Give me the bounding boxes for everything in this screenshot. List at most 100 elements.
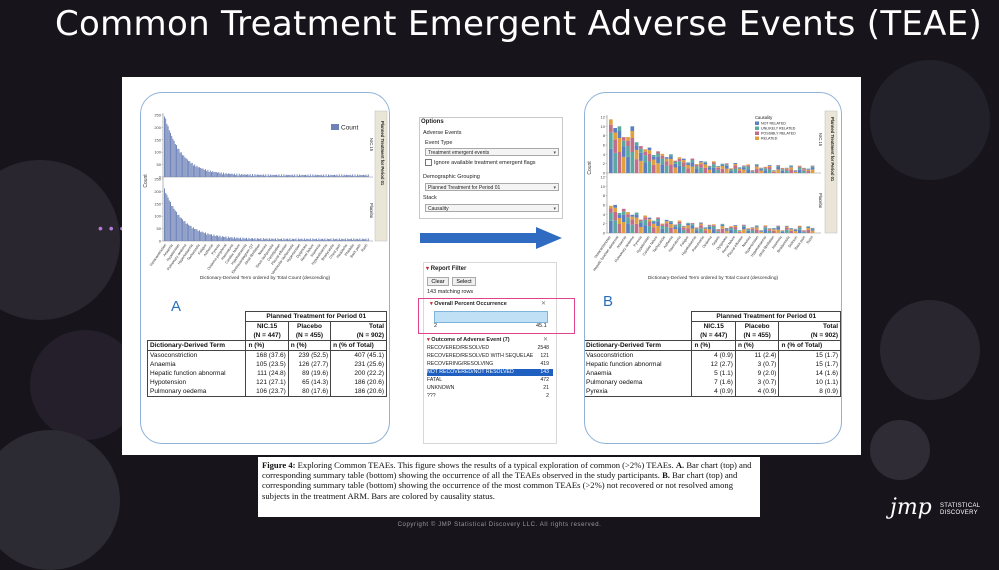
bar	[229, 238, 230, 241]
bar	[298, 238, 299, 241]
collapse-icon[interactable]: ▾	[427, 337, 430, 343]
bar-segment	[776, 165, 780, 166]
bar-segment	[686, 163, 690, 165]
bar-segment	[648, 219, 652, 221]
outcome-item[interactable]: RECOVERED/RESOLVED WITH SEQUELAE121	[427, 353, 553, 360]
y-tick-label: 10	[601, 124, 606, 129]
bar	[189, 226, 190, 241]
bar	[165, 119, 166, 177]
bar-segment	[691, 226, 695, 229]
bar-segment	[798, 226, 802, 227]
bar-segment	[682, 230, 686, 233]
bar	[232, 237, 233, 241]
bar	[211, 172, 212, 177]
outcome-item[interactable]: NOT RECOVERED/NOT RESOLVED143	[427, 369, 553, 376]
collapse-icon[interactable]: ▾	[430, 301, 433, 307]
bar	[277, 176, 278, 177]
bar-segment	[630, 217, 634, 220]
demographic-dropdown[interactable]: Planned Treatment for Period 01▾	[425, 183, 559, 191]
bar-segment	[721, 224, 725, 225]
background-bokeh	[870, 420, 930, 480]
bar-segment	[794, 230, 798, 231]
ignore-flags-checkbox-row[interactable]: Ignore available treatment emergent flag…	[425, 159, 536, 166]
bar	[209, 234, 210, 241]
bar-segment	[764, 230, 768, 233]
bar	[215, 236, 216, 241]
outcome-item[interactable]: RECOVERING/RESOLVING419	[427, 361, 553, 368]
outcome-item[interactable]: FATAL472	[427, 377, 553, 384]
bar-segment	[669, 224, 673, 228]
bar	[178, 149, 179, 177]
bar-segment	[733, 163, 737, 164]
table-row: Vasoconstriction 4 (0.9) 11 (2.4) 15 (1.…	[584, 351, 841, 361]
bar-segment	[661, 225, 665, 226]
percent-range-slider[interactable]	[434, 311, 548, 323]
group-label-nic15: NIC.15	[369, 138, 374, 152]
outcome-item[interactable]: ???2	[427, 393, 553, 400]
bar-segment	[712, 227, 716, 230]
bar-segment	[678, 224, 682, 228]
bar-segment	[764, 167, 768, 168]
bar	[258, 239, 259, 241]
stack-dropdown[interactable]: Causality▾	[425, 204, 559, 212]
checkbox[interactable]	[425, 159, 432, 166]
bar-segment	[699, 224, 703, 226]
bar	[216, 172, 217, 177]
bar	[342, 176, 343, 177]
col-n: (N = 902)	[779, 331, 841, 341]
bar-segment	[639, 227, 643, 233]
outcome-item[interactable]: RECOVERED/RESOLVED2548	[427, 345, 553, 352]
clear-button[interactable]: Clear	[427, 277, 449, 286]
bar	[310, 174, 311, 177]
bar	[241, 174, 242, 177]
outcome-label: FATAL	[427, 377, 442, 383]
bar-segment	[678, 221, 682, 222]
bar-segment	[729, 169, 733, 170]
bar-segment	[609, 133, 613, 149]
chevron-down-icon: ▾	[553, 184, 556, 192]
y-tick-label: 8	[603, 133, 606, 138]
bar-segment	[746, 229, 750, 230]
y-tick-label: 250	[154, 113, 161, 118]
bar-segment	[725, 231, 729, 233]
bar-segment	[721, 165, 725, 166]
bar	[182, 219, 183, 241]
close-icon[interactable]: ✕	[541, 300, 546, 307]
outcome-item[interactable]: UNKNOWN21	[427, 385, 553, 392]
bar	[281, 238, 282, 241]
bar-segment	[609, 125, 613, 133]
bar	[335, 175, 336, 177]
bar-segment	[613, 212, 617, 220]
x-tick-label: Rash	[360, 243, 368, 252]
bar	[363, 239, 364, 241]
bar	[247, 174, 248, 177]
bar	[336, 239, 337, 241]
bar	[318, 238, 319, 241]
bar-segment	[699, 164, 703, 168]
bar-segment	[626, 137, 630, 141]
event-type-dropdown[interactable]: Treatment emergent events▾	[425, 148, 559, 156]
outcome-label: NOT RECOVERED/NOT RESOLVED	[427, 369, 514, 375]
bar	[258, 175, 259, 177]
table-row: Vasoconstriction 168 (37.6) 239 (52.5) 4…	[148, 351, 387, 361]
bar-segment	[789, 165, 793, 166]
bar	[244, 174, 245, 177]
bar-segment	[665, 220, 669, 221]
bar	[295, 238, 296, 241]
bar-segment	[755, 166, 759, 169]
close-icon[interactable]: ✕	[543, 336, 548, 343]
bar	[191, 163, 192, 177]
bar-segment	[802, 169, 806, 171]
y-tick-label: 50	[157, 226, 162, 231]
bar	[206, 235, 207, 241]
select-button[interactable]: Select	[452, 277, 476, 286]
bar-segment	[708, 168, 712, 170]
bar	[359, 238, 360, 241]
bar	[253, 239, 254, 241]
x-axis-label: Dictionary-Derived Term ordered by Total…	[648, 275, 779, 281]
bar-segment	[686, 225, 690, 228]
bar-segment	[776, 227, 780, 229]
bar-segment	[673, 227, 677, 230]
collapse-icon[interactable]: ▾	[426, 266, 429, 272]
col-n: (N = 455)	[288, 331, 330, 341]
